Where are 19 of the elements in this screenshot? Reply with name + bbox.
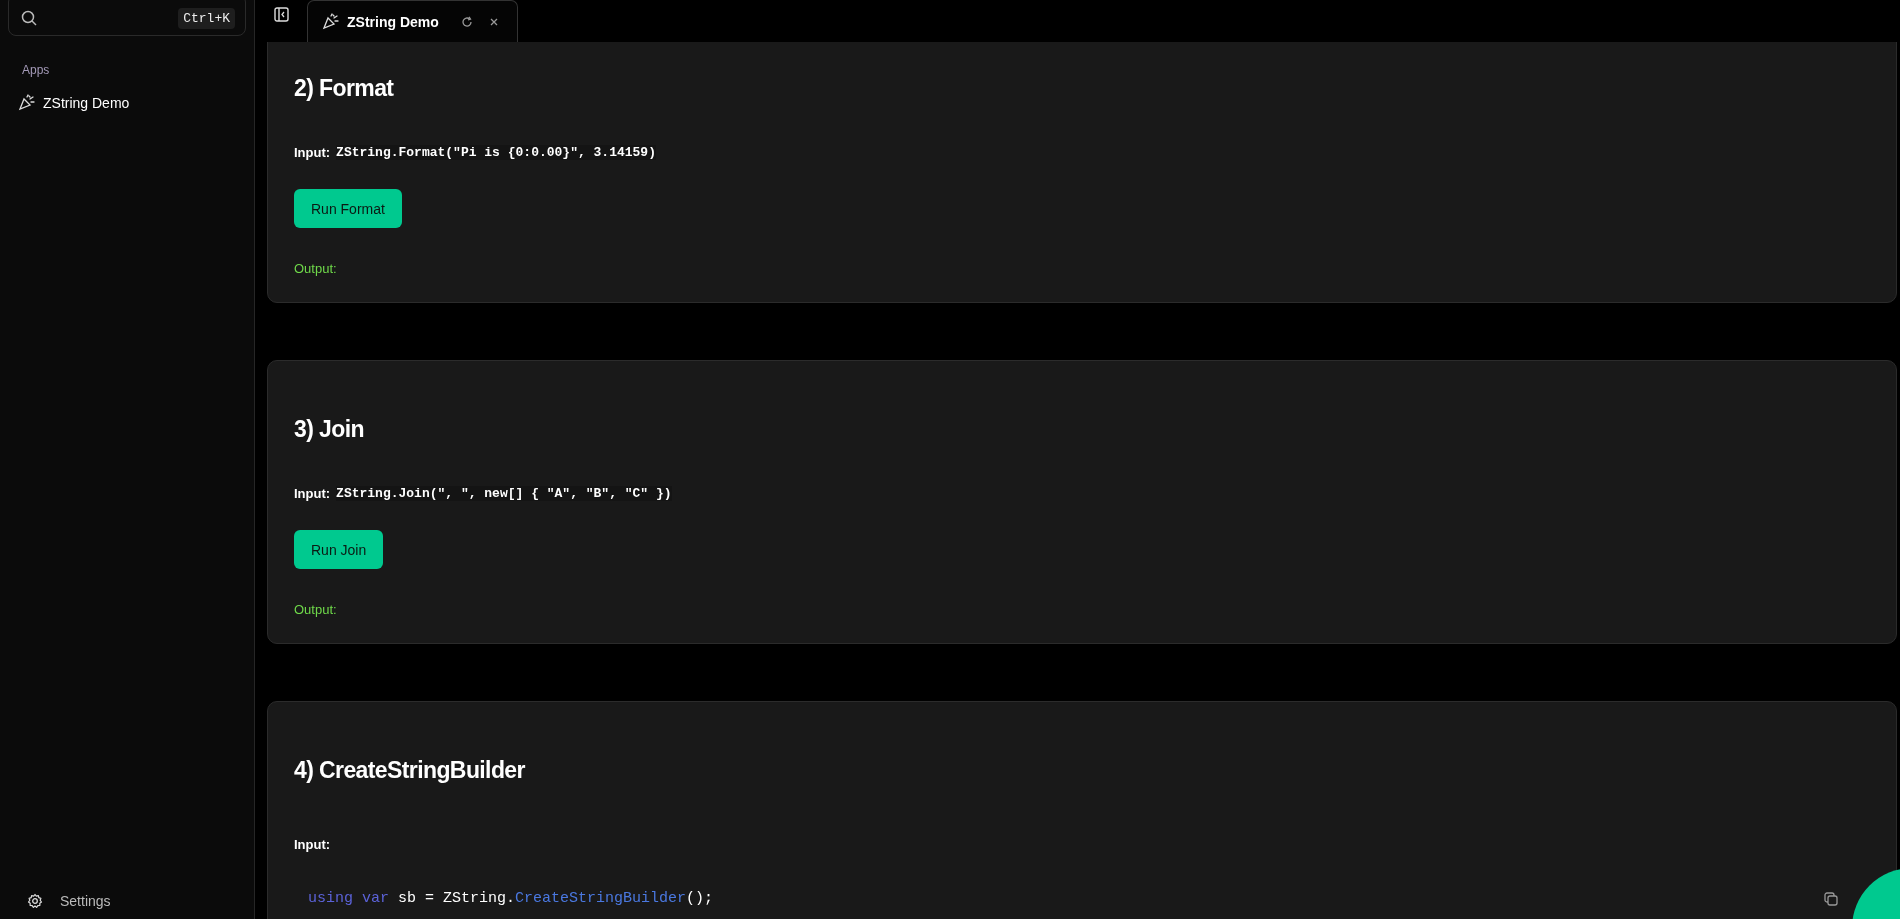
output-label: Output:: [294, 261, 338, 276]
input-label: Input:: [294, 486, 331, 501]
search-field[interactable]: Ctrl+K: [8, 0, 246, 36]
run-button[interactable]: Run Format: [294, 189, 402, 228]
code-snippet: ZString.Format("Pi is {0:0.00}", 3.14159): [336, 145, 656, 160]
code-line: using var sb = ZString.CreateStringBuilder();: [308, 890, 715, 908]
shortcut-key: Ctrl+K: [178, 7, 235, 29]
sidebar-item[interactable]: ZString Demo: [18, 94, 246, 111]
code-snippet: ZString.Join(", ", new[] { "A", "B", "C" }): [336, 486, 672, 501]
card-title: 2) Format: [294, 75, 395, 101]
output-label: Output:: [294, 602, 338, 617]
run-button[interactable]: Run Join: [294, 530, 384, 569]
tab[interactable]: ZString Demo: [307, 0, 518, 42]
input-label: Input:: [294, 145, 331, 160]
card-title: 4) CreateStringBuilder: [294, 757, 526, 783]
input-label: Input:: [294, 837, 332, 852]
settings-link[interactable]: Settings: [27, 893, 246, 909]
section-label: Apps: [22, 63, 51, 77]
card-title: 3) Join: [294, 416, 365, 442]
